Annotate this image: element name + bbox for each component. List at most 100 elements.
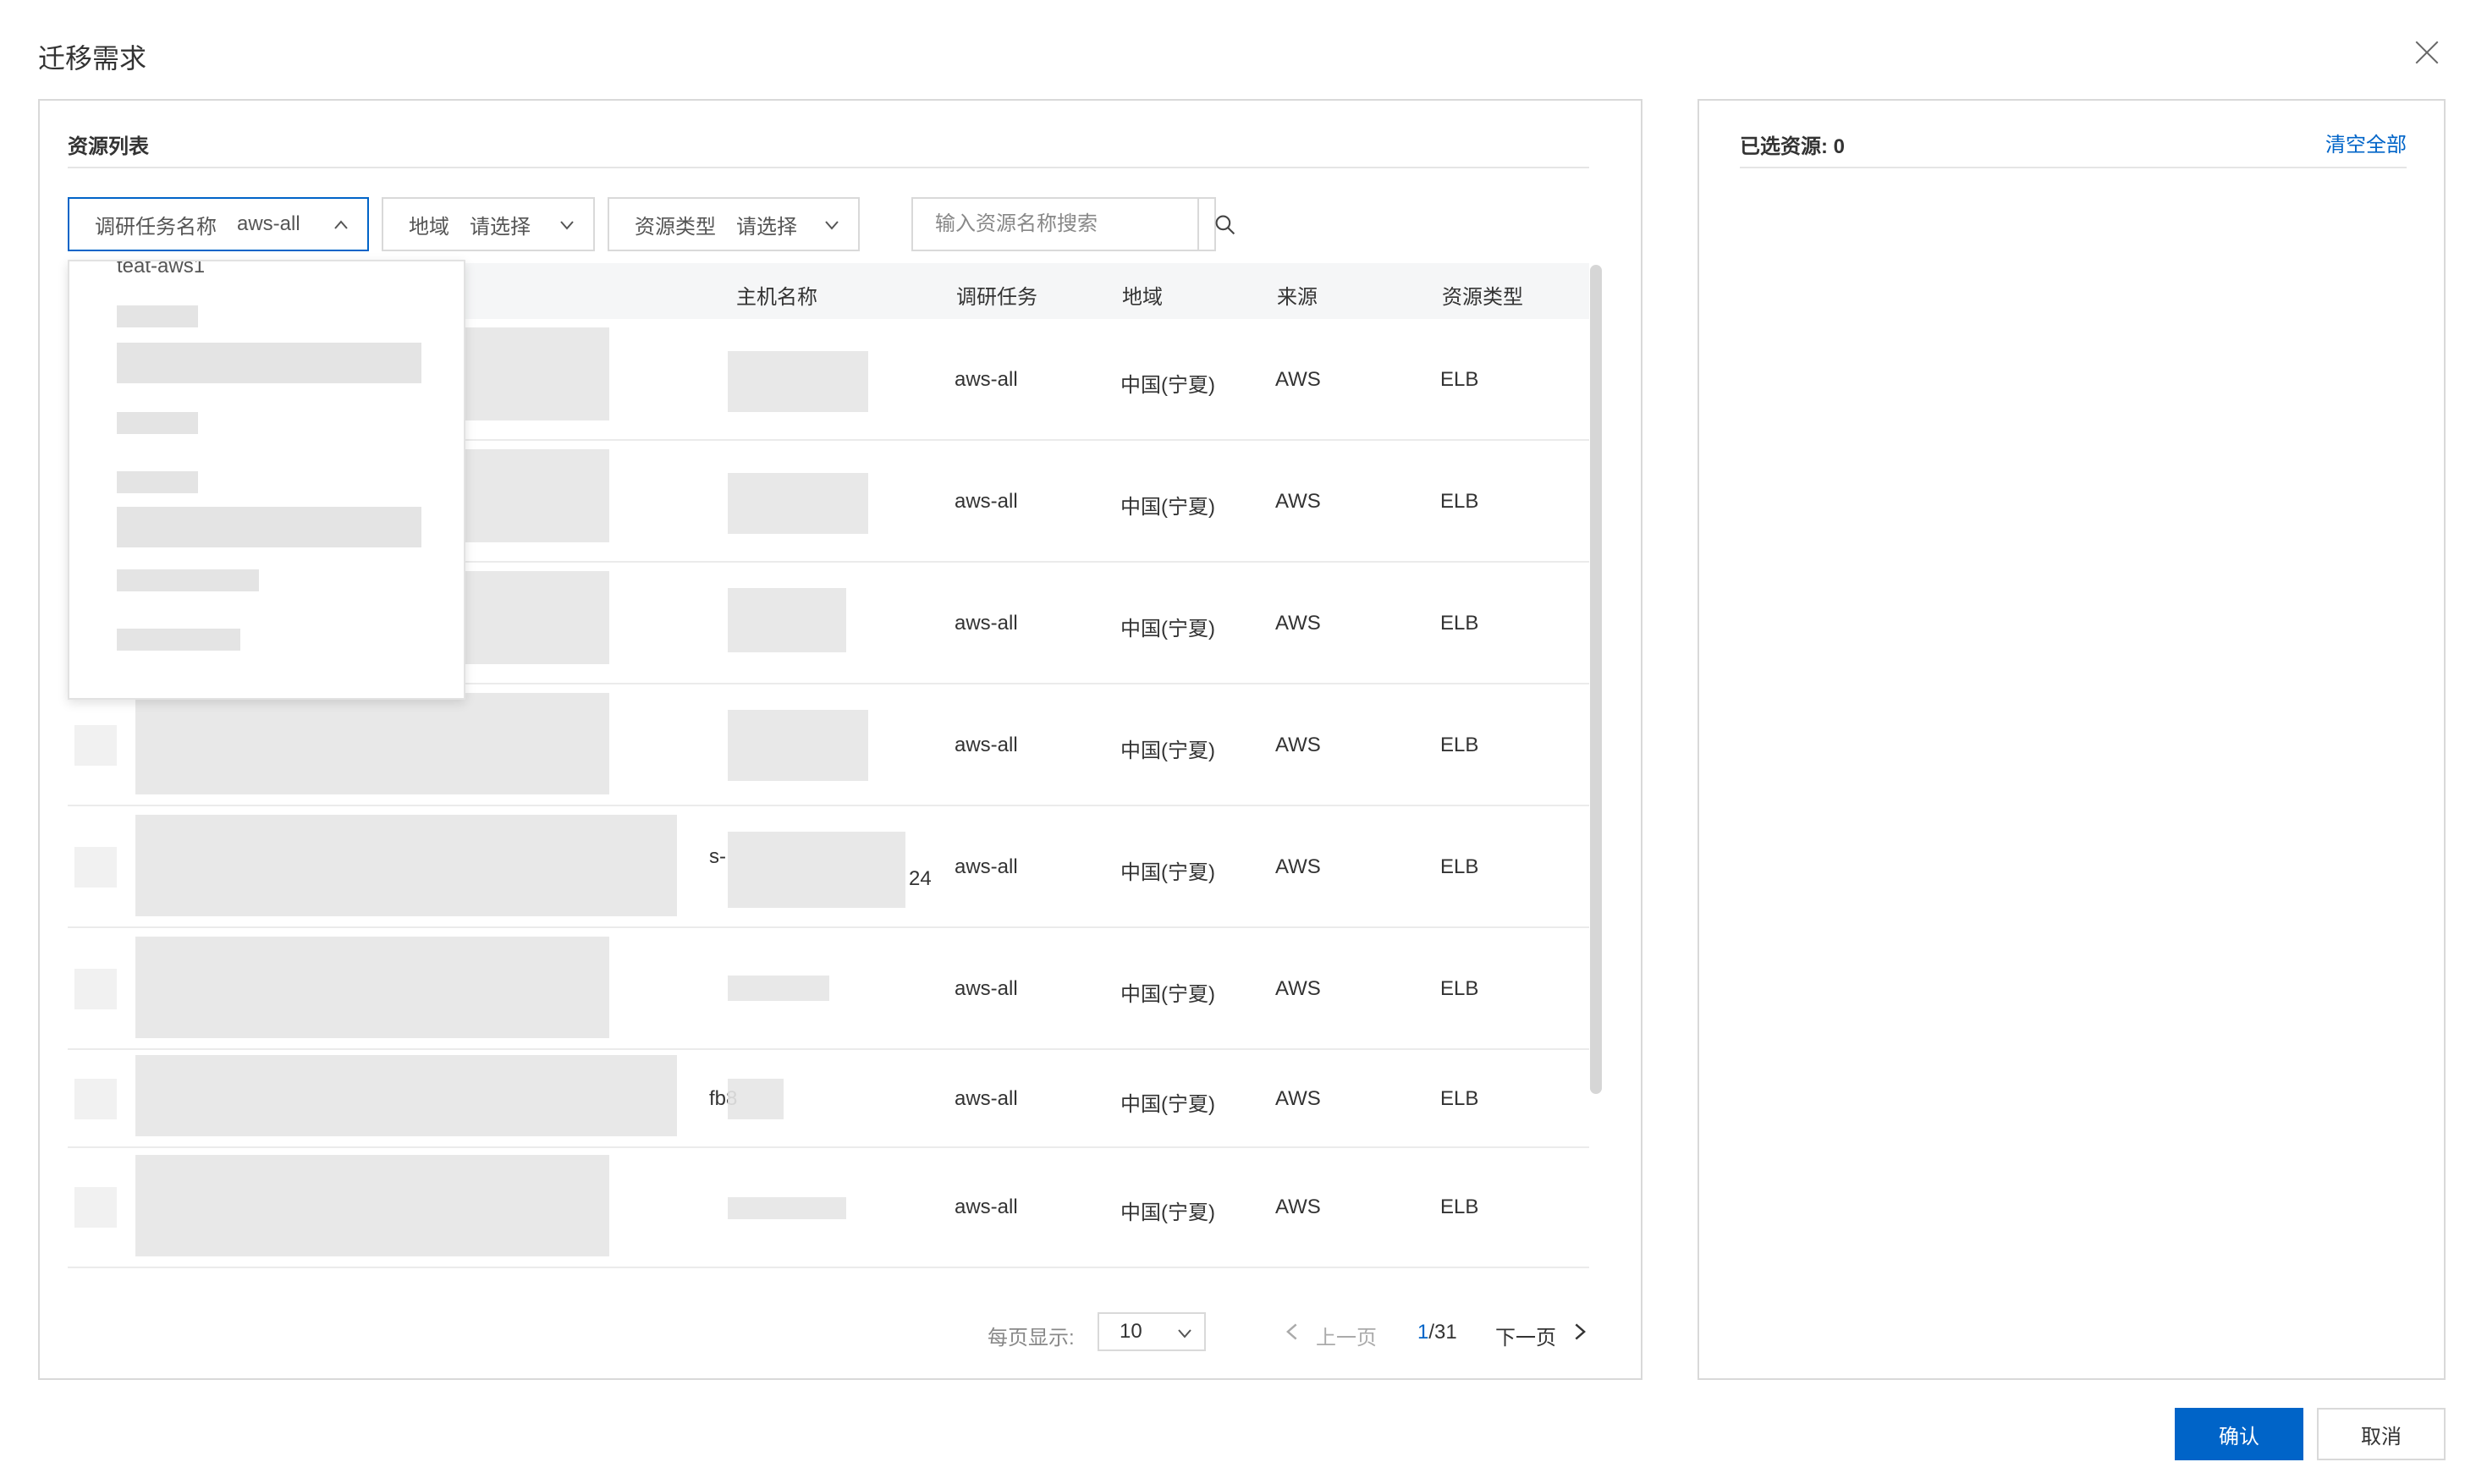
cell-task: aws-all bbox=[955, 612, 1018, 635]
resource-list-panel: 资源列表 调研任务名称 aws-all 地域 请选择 资源类型 请选择 主机名称… bbox=[38, 99, 1642, 1380]
task-dropdown-menu: teat-aws1 bbox=[68, 260, 465, 700]
cell-task: aws-all bbox=[955, 368, 1018, 391]
cancel-button[interactable]: 取消 bbox=[2317, 1408, 2446, 1460]
confirm-button[interactable]: 确认 bbox=[2175, 1408, 2303, 1460]
cell-task: aws-all bbox=[955, 734, 1018, 756]
table-scrollbar[interactable] bbox=[1590, 265, 1602, 1094]
chevron-left-icon[interactable] bbox=[1284, 1322, 1302, 1341]
chevron-up-icon bbox=[334, 220, 348, 229]
dropdown-option[interactable]: teat-aws1 bbox=[117, 261, 205, 278]
chevron-down-icon bbox=[1178, 1329, 1191, 1338]
table-row[interactable]: aws-all 中国(宁夏) AWS ELB bbox=[68, 1148, 1589, 1268]
cell-source: AWS bbox=[1275, 977, 1321, 1000]
redacted-resource-name bbox=[135, 815, 677, 916]
cell-source: AWS bbox=[1275, 1195, 1321, 1218]
task-select-value: aws-all bbox=[237, 212, 300, 235]
dialog-title: 迁移需求 bbox=[38, 43, 147, 74]
search-button[interactable] bbox=[1197, 199, 1235, 250]
redacted-host-name bbox=[728, 473, 868, 534]
redacted-resource-name bbox=[135, 693, 609, 794]
dropdown-option-redacted[interactable] bbox=[117, 343, 421, 383]
redacted-host-name bbox=[728, 588, 846, 652]
cell-region: 中国(宁夏) bbox=[1120, 983, 1215, 1006]
redacted-host-name bbox=[728, 351, 868, 412]
table-row[interactable]: s- 24 aws-all 中国(宁夏) AWS ELB bbox=[68, 806, 1589, 928]
selected-resources-panel: 已选资源: 0 清空全部 bbox=[1697, 99, 2446, 1380]
cell-task: aws-all bbox=[955, 977, 1018, 1000]
page-size-select[interactable]: 10 bbox=[1098, 1312, 1206, 1351]
cell-region: 中国(宁夏) bbox=[1120, 1201, 1215, 1224]
cell-type: ELB bbox=[1440, 612, 1479, 635]
cell-type: ELB bbox=[1440, 977, 1479, 1000]
selected-divider bbox=[1740, 167, 2407, 168]
region-select-label: 地域 bbox=[409, 215, 449, 239]
resource-type-select[interactable]: 资源类型 请选择 bbox=[608, 197, 860, 251]
table-row[interactable]: aws-all 中国(宁夏) AWS ELB bbox=[68, 684, 1589, 806]
redacted-host-name bbox=[728, 1197, 846, 1219]
chevron-down-icon bbox=[825, 221, 839, 230]
col-task: 调研任务 bbox=[956, 286, 1037, 309]
cell-region: 中国(宁夏) bbox=[1120, 739, 1215, 762]
cell-type: ELB bbox=[1440, 855, 1479, 878]
cell-task: aws-all bbox=[955, 490, 1018, 513]
region-select[interactable]: 地域 请选择 bbox=[382, 197, 595, 251]
row-checkbox[interactable] bbox=[74, 847, 117, 888]
dropdown-option-redacted[interactable] bbox=[117, 629, 240, 651]
chevron-right-icon[interactable] bbox=[1570, 1322, 1588, 1341]
dropdown-option-redacted[interactable] bbox=[117, 507, 421, 547]
cell-region: 中国(宁夏) bbox=[1120, 618, 1215, 640]
cell-source: AWS bbox=[1275, 612, 1321, 635]
cell-source: AWS bbox=[1275, 368, 1321, 391]
redacted-host-name bbox=[728, 976, 829, 1001]
page-indicator: 1/31 bbox=[1417, 1321, 1457, 1344]
page-size-value: 10 bbox=[1120, 1320, 1142, 1343]
dropdown-option-redacted[interactable] bbox=[117, 471, 198, 493]
row-checkbox[interactable] bbox=[74, 1079, 117, 1119]
cell-host-suffix: 24 bbox=[909, 867, 932, 890]
cell-type: ELB bbox=[1440, 490, 1479, 513]
resource-search bbox=[911, 197, 1235, 251]
cell-source: AWS bbox=[1275, 490, 1321, 513]
region-select-placeholder: 请选择 bbox=[470, 215, 531, 239]
row-checkbox[interactable] bbox=[74, 1187, 117, 1228]
cell-type: ELB bbox=[1440, 1087, 1479, 1110]
cell-source: AWS bbox=[1275, 734, 1321, 756]
row-checkbox[interactable] bbox=[74, 725, 117, 766]
table-row[interactable]: fb8 aws-all 中国(宁夏) AWS ELB bbox=[68, 1050, 1589, 1148]
dropdown-option-redacted[interactable] bbox=[117, 305, 198, 327]
cell-task: aws-all bbox=[955, 1087, 1018, 1110]
dropdown-option-redacted[interactable] bbox=[117, 412, 198, 434]
prev-page-button[interactable]: 上一页 bbox=[1316, 1321, 1377, 1350]
redacted-host-name bbox=[728, 832, 905, 908]
cell-task: aws-all bbox=[955, 1195, 1018, 1218]
task-select-label: 调研任务名称 bbox=[95, 215, 217, 239]
cell-type: ELB bbox=[1440, 1195, 1479, 1218]
cell-task: aws-all bbox=[955, 855, 1018, 878]
selected-count: 已选资源: 0 bbox=[1740, 135, 1846, 158]
page-size-label: 每页显示: bbox=[988, 1327, 1075, 1349]
cell-source: AWS bbox=[1275, 855, 1321, 878]
row-checkbox[interactable] bbox=[74, 969, 117, 1009]
col-host-name: 主机名称 bbox=[736, 286, 817, 309]
col-source: 来源 bbox=[1277, 286, 1318, 309]
resource-list-title: 资源列表 bbox=[68, 135, 149, 158]
cell-type: ELB bbox=[1440, 368, 1479, 391]
col-resource-type: 资源类型 bbox=[1442, 286, 1523, 309]
cell-region: 中国(宁夏) bbox=[1120, 374, 1215, 397]
resource-type-select-label: 资源类型 bbox=[635, 215, 716, 239]
table-row[interactable]: aws-all 中国(宁夏) AWS ELB bbox=[68, 928, 1589, 1050]
redacted-resource-name bbox=[135, 1155, 609, 1256]
close-icon[interactable] bbox=[2413, 39, 2440, 66]
cell-name-suffix: s- bbox=[709, 845, 726, 868]
dropdown-option-redacted[interactable] bbox=[117, 569, 259, 591]
redacted-host-name bbox=[728, 1079, 784, 1119]
resource-type-select-placeholder: 请选择 bbox=[736, 215, 797, 239]
col-region: 地域 bbox=[1122, 286, 1163, 309]
current-page: 1 bbox=[1417, 1321, 1429, 1344]
clear-all-link[interactable]: 清空全部 bbox=[2325, 128, 2407, 157]
next-page-button[interactable]: 下一页 bbox=[1495, 1321, 1556, 1350]
resource-search-input[interactable] bbox=[913, 199, 1197, 250]
redacted-host-name bbox=[728, 710, 868, 781]
cell-region: 中国(宁夏) bbox=[1120, 861, 1215, 884]
task-select[interactable]: 调研任务名称 aws-all bbox=[68, 197, 369, 251]
